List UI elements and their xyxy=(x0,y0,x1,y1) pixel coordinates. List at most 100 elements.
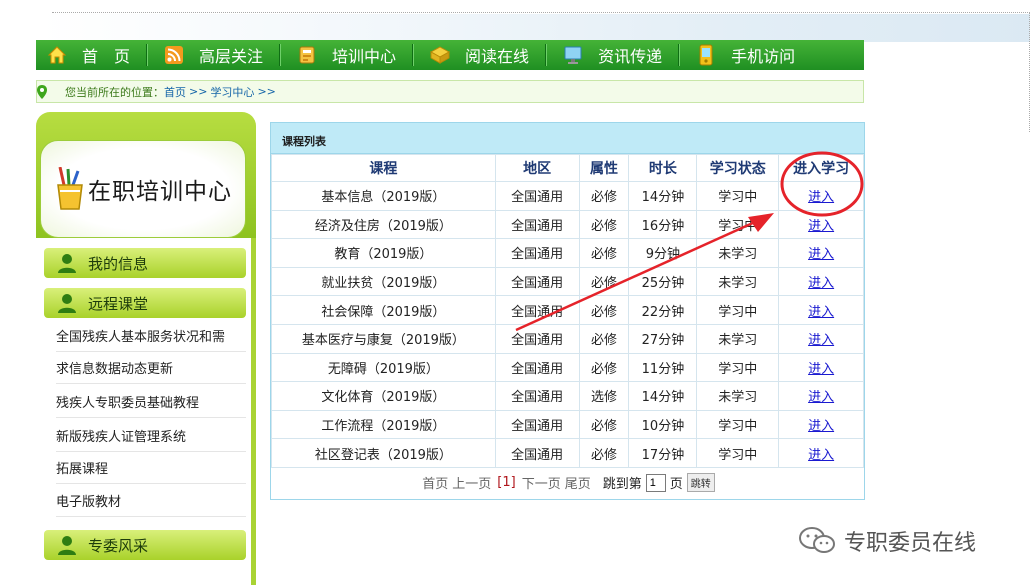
rss-icon xyxy=(163,44,185,66)
course-name-cell: 经济及住房（2019版） xyxy=(271,209,496,240)
enter-course-link[interactable]: 进入 xyxy=(808,390,834,405)
menu-label: 我的信息 xyxy=(88,254,149,273)
course-status-cell: 学习中 xyxy=(696,209,780,240)
course-enter-cell[interactable]: 进入 xyxy=(778,209,864,240)
go-button[interactable]: 跳转 xyxy=(686,473,715,493)
nav-item-news[interactable]: 资讯传递 xyxy=(562,40,662,70)
table-row: 经济及住房（2019版） 全国通用 必修 16分钟 学习中 进入 xyxy=(271,209,864,240)
sub-item-basic-course[interactable]: 残疾人专职委员基础教程 xyxy=(56,386,246,418)
wechat-icon xyxy=(799,527,835,553)
sidebar-menu: 我的信息 远程课堂 全国残疾人基本服务状况和需 求信息数据动态更新 残疾人专职委… xyxy=(36,238,256,585)
table-row: 工作流程（2019版） 全国通用 必修 10分钟 学习中 进入 xyxy=(271,409,864,440)
watermark-text: 专职委员在线 xyxy=(844,531,977,556)
col-duration: 时长 xyxy=(628,154,698,182)
course-enter-cell[interactable]: 进入 xyxy=(778,352,864,383)
course-type-cell: 必修 xyxy=(578,266,630,297)
course-duration-cell: 22分钟 xyxy=(628,295,698,325)
course-status-cell: 学习中 xyxy=(696,438,780,468)
sub-item-card-system[interactable]: 新版残疾人证管理系统 xyxy=(56,420,246,452)
course-enter-cell[interactable]: 进入 xyxy=(778,323,864,354)
course-status-cell: 未学习 xyxy=(696,266,780,297)
course-duration-cell: 9分钟 xyxy=(628,238,698,268)
sub-item-service-survey[interactable]: 全国残疾人基本服务状况和需 xyxy=(56,320,246,352)
course-enter-cell[interactable]: 进入 xyxy=(778,181,864,211)
nav-label: 首 页 xyxy=(82,47,131,66)
nav-item-leadership[interactable]: 高层关注 xyxy=(163,40,263,70)
course-name-cell: 文化体育（2019版） xyxy=(271,381,496,411)
nav-item-reading[interactable]: 阅读在线 xyxy=(429,40,529,70)
breadcrumb-home-link[interactable]: 首页 xyxy=(164,84,186,100)
table-row: 社区登记表（2019版） 全国通用 必修 17分钟 学习中 进入 xyxy=(271,438,864,468)
pencil-cup-icon xyxy=(57,167,83,210)
nav-divider xyxy=(678,44,680,66)
enter-course-link[interactable]: 进入 xyxy=(808,362,834,377)
enter-course-link[interactable]: 进入 xyxy=(808,448,834,463)
menu-committee[interactable]: 专委风采 xyxy=(44,530,246,560)
reading-icon xyxy=(429,44,451,66)
course-type-cell: 必修 xyxy=(578,323,630,354)
enter-course-link[interactable]: 进入 xyxy=(808,333,834,348)
enter-course-link[interactable]: 进入 xyxy=(808,190,834,205)
table-row: 社会保障（2019版） 全国通用 必修 22分钟 学习中 进入 xyxy=(271,295,864,325)
nav-divider xyxy=(412,44,414,66)
nav-item-home[interactable]: 首 页 xyxy=(46,40,130,70)
course-name-cell: 教育（2019版） xyxy=(271,238,496,268)
course-enter-cell[interactable]: 进入 xyxy=(778,238,864,268)
course-duration-cell: 10分钟 xyxy=(628,409,698,440)
course-type-cell: 必修 xyxy=(578,209,630,240)
course-enter-cell[interactable]: 进入 xyxy=(778,266,864,297)
breadcrumb: 您当前所在的位置： 首页 >> 学习中心 >> xyxy=(36,80,864,103)
menu-label: 远程课堂 xyxy=(88,294,149,313)
course-duration-cell: 16分钟 xyxy=(628,209,698,240)
pager-prev[interactable]: 上一页 xyxy=(452,473,491,492)
nav-item-training[interactable]: 培训中心 xyxy=(296,40,396,70)
sidebar-title-card: 在职培训中心 xyxy=(40,140,246,238)
course-type-cell: 必修 xyxy=(578,238,630,268)
menu-my-info[interactable]: 我的信息 xyxy=(44,248,246,278)
sub-item-ebook[interactable]: 电子版教材 xyxy=(56,485,246,517)
enter-course-link[interactable]: 进入 xyxy=(808,419,834,434)
course-enter-cell[interactable]: 进入 xyxy=(778,438,864,468)
training-icon xyxy=(296,44,318,66)
user-icon xyxy=(58,254,76,273)
enter-course-link[interactable]: 进入 xyxy=(808,219,834,234)
panel-title: 课程列表 xyxy=(271,123,864,154)
course-type-cell: 必修 xyxy=(578,295,630,325)
col-region: 地区 xyxy=(494,154,580,182)
course-enter-cell[interactable]: 进入 xyxy=(778,295,864,325)
page-number-input[interactable] xyxy=(645,473,666,492)
nav-item-mobile[interactable]: 手机访问 xyxy=(695,40,795,70)
enter-course-link[interactable]: 进入 xyxy=(808,305,834,320)
sidebar-title: 在职培训中心 xyxy=(88,179,232,205)
pager-first[interactable]: 首页 xyxy=(422,473,448,492)
course-type-cell: 选修 xyxy=(578,381,630,411)
col-type: 属性 xyxy=(578,154,630,182)
menu-label: 专委风采 xyxy=(88,536,149,555)
table-row: 基本信息（2019版） 全国通用 必修 14分钟 学习中 进入 xyxy=(271,181,864,211)
col-status: 学习状态 xyxy=(696,154,780,182)
nav-label: 高层关注 xyxy=(199,47,264,66)
course-status-cell: 学习中 xyxy=(696,409,780,440)
enter-course-link[interactable]: 进入 xyxy=(808,247,834,262)
enter-course-link[interactable]: 进入 xyxy=(808,276,834,291)
monitor-icon xyxy=(562,44,584,66)
pager-goto-label: 跳到第 xyxy=(602,477,642,493)
breadcrumb-current-link[interactable]: 学习中心 xyxy=(210,84,254,100)
pager-last[interactable]: 尾页 xyxy=(565,473,591,492)
table-row: 基本医疗与康复（2019版） 全国通用 必修 27分钟 未学习 进入 xyxy=(271,323,864,354)
watermark: 专职委员在线 xyxy=(798,524,976,558)
menu-remote-classroom[interactable]: 远程课堂 xyxy=(44,288,246,318)
sub-item-service-survey-cont[interactable]: 求信息数据动态更新 xyxy=(56,352,246,384)
pager-goto-suffix: 页 xyxy=(669,477,683,493)
course-enter-cell[interactable]: 进入 xyxy=(778,409,864,440)
course-region-cell: 全国通用 xyxy=(494,352,580,383)
course-region-cell: 全国通用 xyxy=(494,181,580,211)
sub-item-extension[interactable]: 拓展课程 xyxy=(56,452,246,484)
main-nav: 首 页 高层关注 培训中心 阅读在线 资讯传递 手机访问 xyxy=(36,40,864,70)
pager-next[interactable]: 下一页 xyxy=(522,473,561,492)
course-enter-cell[interactable]: 进入 xyxy=(778,381,864,411)
course-name-cell: 社会保障（2019版） xyxy=(271,295,496,325)
course-region-cell: 全国通用 xyxy=(494,438,580,468)
course-region-cell: 全国通用 xyxy=(494,295,580,325)
course-duration-cell: 25分钟 xyxy=(628,266,698,297)
